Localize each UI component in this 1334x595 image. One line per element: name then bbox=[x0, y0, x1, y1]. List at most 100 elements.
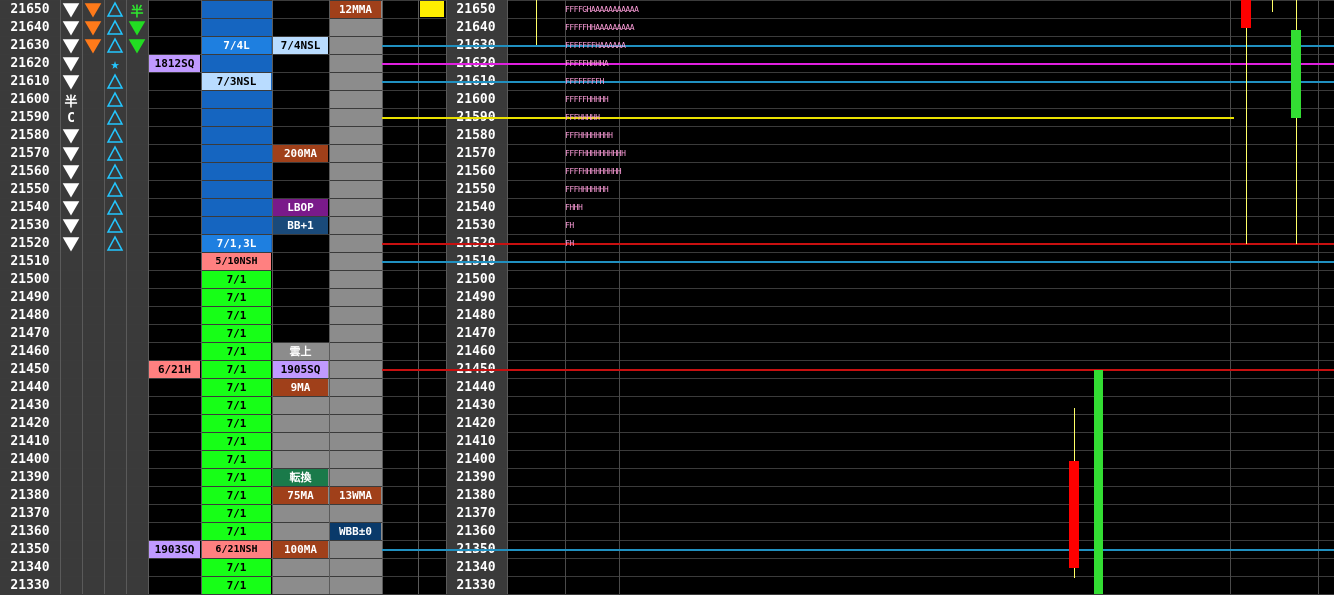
grid-col-line bbox=[1230, 0, 1231, 594]
green-label-cell: 7/1 bbox=[202, 451, 271, 468]
price-label: 21330 bbox=[456, 578, 496, 593]
signal-tri-up-outline-icon bbox=[104, 235, 126, 253]
yellow-marker bbox=[420, 1, 444, 17]
price-label: 21380 bbox=[10, 488, 50, 503]
level-label: 6/21NSH bbox=[202, 541, 271, 558]
signal-tri-down-icon bbox=[60, 217, 82, 235]
level-line bbox=[382, 63, 1334, 65]
tpo-row: FH bbox=[565, 221, 574, 230]
signal-tri-down-orange-icon bbox=[82, 1, 104, 19]
green-label-cell: 7/1 bbox=[202, 379, 271, 396]
price-label: 21340 bbox=[10, 560, 50, 575]
signal-tri-down-icon bbox=[60, 181, 82, 199]
price-label: 21330 bbox=[10, 578, 50, 593]
signal-tri-up-outline-icon bbox=[104, 91, 126, 109]
price-label: 21540 bbox=[456, 200, 496, 215]
price-label: 21540 bbox=[10, 200, 50, 215]
level-label: 7/4L bbox=[202, 37, 271, 54]
signal-tri-down-orange-icon bbox=[82, 19, 104, 37]
signal-tri-down-icon bbox=[60, 127, 82, 145]
candle-wick bbox=[1246, 0, 1247, 244]
level-label: 200MA bbox=[273, 145, 328, 162]
level-label: 転換 bbox=[273, 469, 328, 486]
price-label: 21520 bbox=[10, 236, 50, 251]
price-label: 21600 bbox=[10, 92, 50, 107]
price-label: 21470 bbox=[10, 326, 50, 341]
signal-C-icon: C bbox=[67, 110, 75, 126]
price-label: 21550 bbox=[10, 182, 50, 197]
price-label: 21580 bbox=[456, 128, 496, 143]
green-label-cell: 7/1 bbox=[202, 433, 271, 450]
price-label: 21360 bbox=[456, 524, 496, 539]
trading-board: 21650 21650 21640 21640 21630 21630 21620 21620… bbox=[0, 0, 1334, 595]
candle-body-green bbox=[1291, 30, 1301, 118]
green-label-cell: 7/1 bbox=[202, 325, 271, 342]
price-label: 21480 bbox=[456, 308, 496, 323]
price-label: 21410 bbox=[456, 434, 496, 449]
tpo-row: FFFHHHHH bbox=[565, 113, 600, 122]
price-label: 21490 bbox=[456, 290, 496, 305]
level-label: 7/3NSL bbox=[202, 73, 271, 90]
price-label: 21420 bbox=[10, 416, 50, 431]
price-label: 21370 bbox=[456, 506, 496, 521]
level-label: 9MA bbox=[273, 379, 328, 396]
price-label: 21570 bbox=[456, 146, 496, 161]
grid-col-line bbox=[148, 0, 149, 594]
price-label: 21390 bbox=[456, 470, 496, 485]
signal-半-icon: 半 bbox=[130, 4, 144, 20]
level-label: 13WMA bbox=[330, 487, 381, 504]
price-label: 21480 bbox=[10, 308, 50, 323]
signal-tri-down-icon bbox=[60, 145, 82, 163]
grid-col-line bbox=[619, 0, 620, 594]
grid-col-line bbox=[272, 0, 273, 594]
tpo-row: FHHH bbox=[565, 203, 583, 212]
signal-tri-up-outline-icon bbox=[104, 127, 126, 145]
tpo-row: FFFFFHHHHH bbox=[565, 95, 609, 104]
price-label: 21590 bbox=[10, 110, 50, 125]
tpo-row: FFFFFHHHHA bbox=[565, 59, 609, 68]
price-label: 21370 bbox=[10, 506, 50, 521]
signal-tri-down-icon bbox=[60, 73, 82, 91]
candle-body-red bbox=[1069, 461, 1079, 568]
level-label: 5/10NSH bbox=[202, 253, 271, 270]
signal-tri-down-icon bbox=[60, 199, 82, 217]
level-label: WBB±0 bbox=[330, 523, 381, 540]
price-label: 21380 bbox=[456, 488, 496, 503]
level-label: 雲上 bbox=[289, 345, 312, 358]
grid-col-line bbox=[418, 0, 419, 594]
level-label: 6/21H bbox=[149, 361, 200, 378]
level-line bbox=[382, 369, 1334, 371]
level-label: 75MA bbox=[273, 487, 328, 504]
price-label: 21530 bbox=[10, 218, 50, 233]
price-label: 21500 bbox=[456, 272, 496, 287]
price-label: 21460 bbox=[10, 344, 50, 359]
green-label-cell: 7/1 bbox=[202, 487, 271, 504]
green-label-cell: 7/1 bbox=[202, 505, 271, 522]
price-label: 21600 bbox=[456, 92, 496, 107]
price-label: 21490 bbox=[10, 290, 50, 305]
signal-tri-down-icon bbox=[60, 37, 82, 55]
price-label: 21400 bbox=[456, 452, 496, 467]
tpo-row: FH bbox=[565, 239, 574, 248]
price-label: 21430 bbox=[10, 398, 50, 413]
level-label: LBOP bbox=[273, 199, 328, 216]
signal-tri-down-icon bbox=[60, 1, 82, 19]
signal-tri-down-icon bbox=[60, 235, 82, 253]
price-label: 21570 bbox=[10, 146, 50, 161]
signal-tri-up-outline-icon bbox=[104, 1, 126, 19]
signal-tri-up-outline-icon bbox=[104, 109, 126, 127]
tpo-row: FFFFFFFFH bbox=[565, 77, 604, 86]
price-label: 21450 bbox=[10, 362, 50, 377]
green-label-cell: 7/1 bbox=[202, 559, 271, 576]
grid-col-line bbox=[126, 0, 127, 594]
candle-wick bbox=[536, 0, 537, 45]
green-label-cell: 7/1 bbox=[202, 397, 271, 414]
price-label: 21610 bbox=[10, 74, 50, 89]
signal-tri-down-icon bbox=[60, 55, 82, 73]
price-label: 21580 bbox=[10, 128, 50, 143]
level-label: 7/4NSL bbox=[273, 37, 328, 54]
candle-body-red bbox=[1241, 0, 1251, 28]
level-label: 12MMA bbox=[330, 1, 381, 18]
signal-tri-up-outline-icon bbox=[104, 163, 126, 181]
price-label: 21500 bbox=[10, 272, 50, 287]
